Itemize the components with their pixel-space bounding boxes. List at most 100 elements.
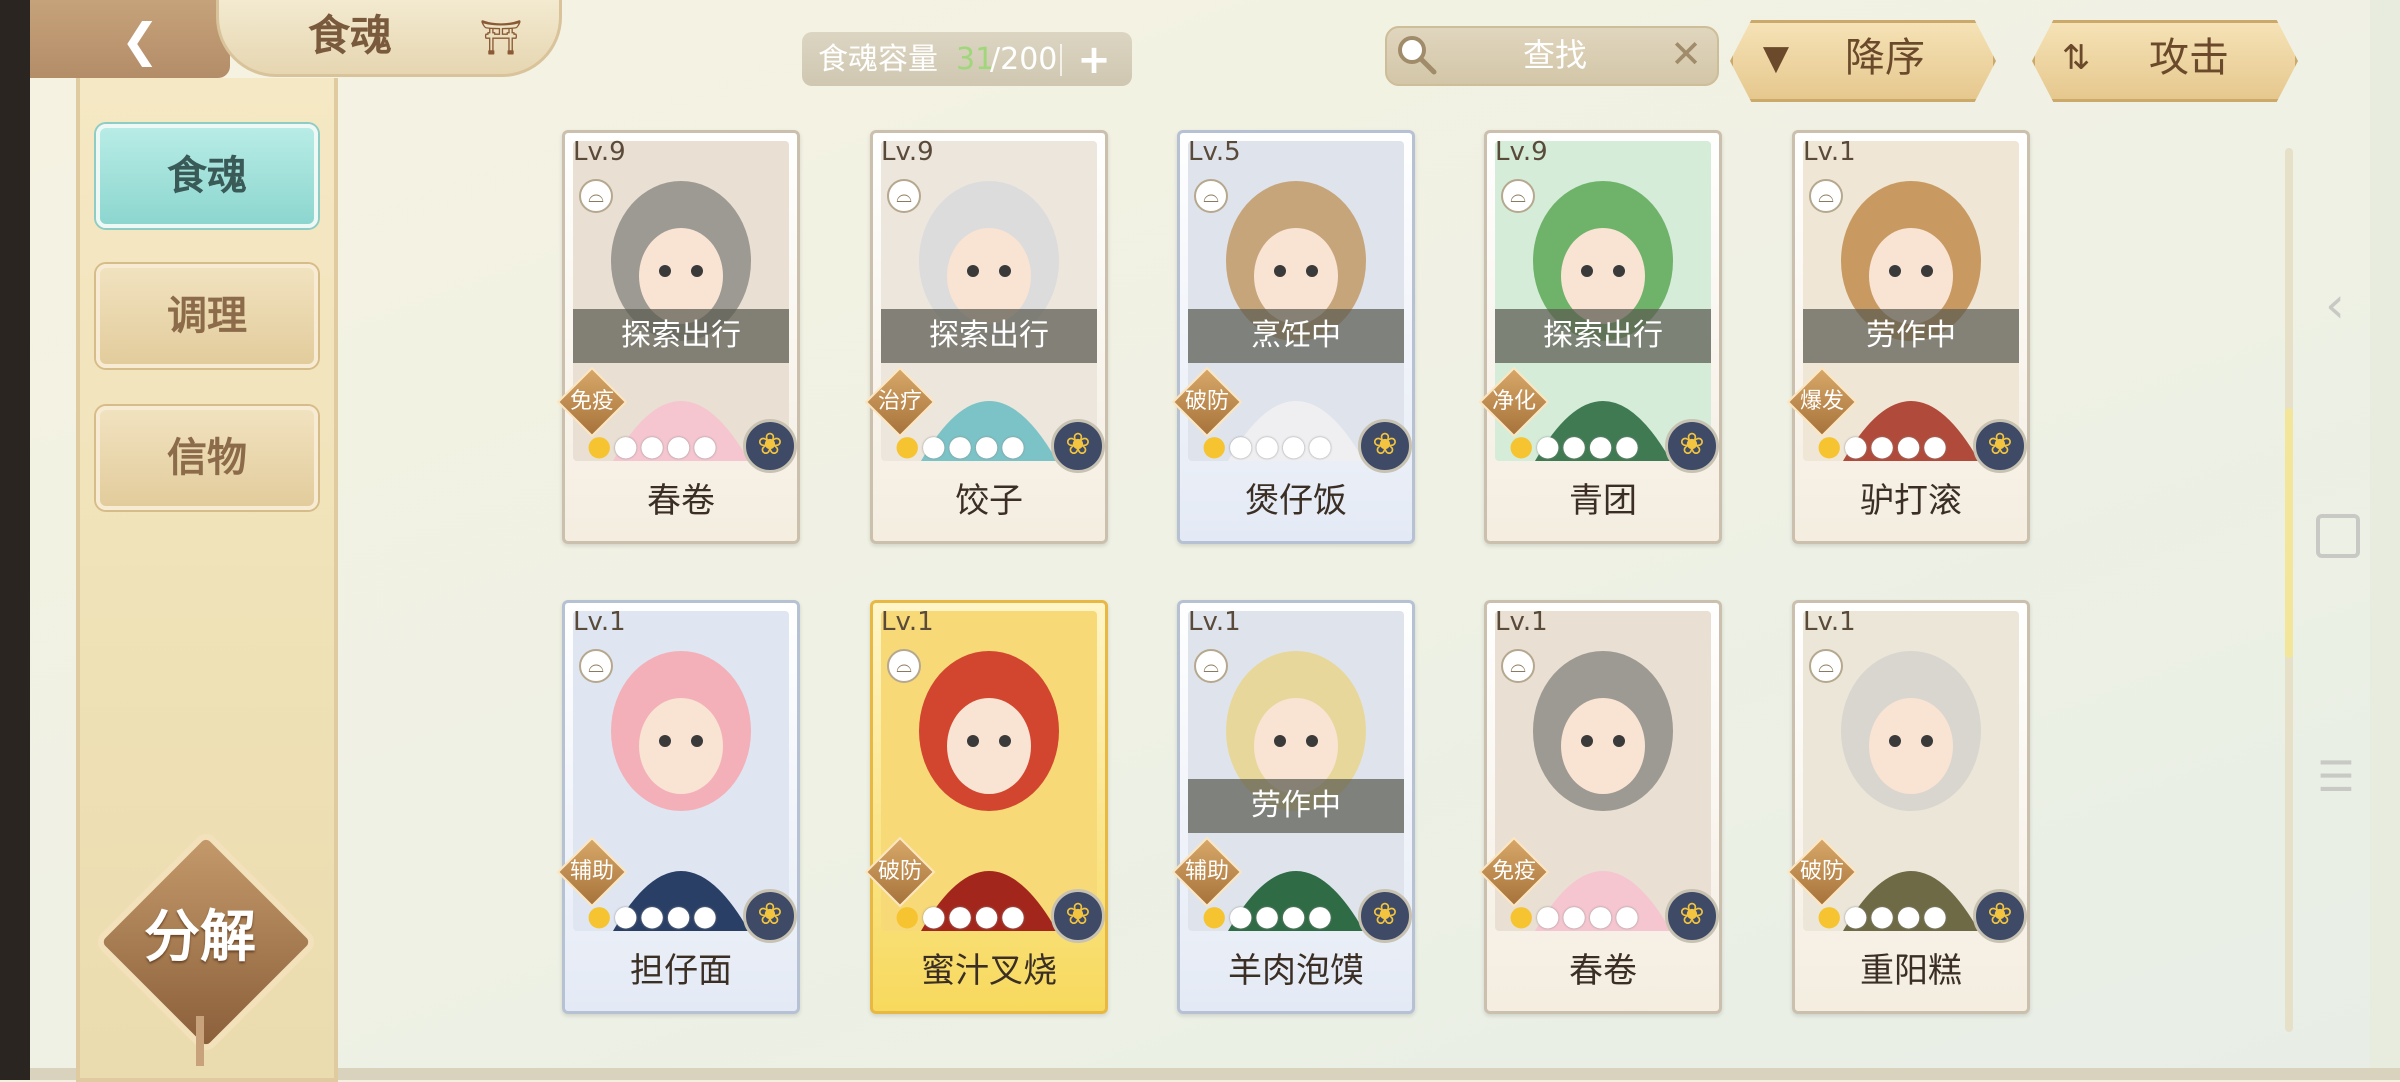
star-filled-icon: ● xyxy=(1817,429,1844,462)
star-empty-icon: ● xyxy=(1281,429,1308,462)
flower-emblem-icon: ❀ xyxy=(1051,419,1105,473)
star-empty-icon: ● xyxy=(666,429,693,462)
bowl-icon: ⌓ xyxy=(887,649,921,683)
star-filled-icon: ● xyxy=(1202,429,1229,462)
food-soul-card[interactable]: Lv.9 ⌓ 探索出行 免疫 ●●●●● ❀ 春卷 xyxy=(556,130,800,544)
role-badge: 免疫 xyxy=(1478,836,1550,908)
star-rating: ●●●●● xyxy=(587,899,719,933)
star-empty-icon: ● xyxy=(974,429,1001,462)
role-label: 爆发 xyxy=(1799,389,1844,414)
sort-down-icon: ▼ xyxy=(1762,38,1790,78)
star-filled-icon: ● xyxy=(895,899,922,932)
star-filled-icon: ● xyxy=(587,899,614,932)
level-label: Lv.1 xyxy=(573,607,626,637)
star-empty-icon: ● xyxy=(1843,429,1870,462)
star-empty-icon: ● xyxy=(947,429,975,462)
capacity-label: 食魂容量 xyxy=(818,42,938,77)
star-empty-icon: ● xyxy=(974,899,1001,932)
system-back-icon[interactable]: ‹ xyxy=(2310,280,2360,330)
tassel-decoration xyxy=(196,1016,204,1066)
level-label: Lv.5 xyxy=(1188,137,1241,167)
role-badge: 辅助 xyxy=(1171,836,1243,908)
status-banner: 劳作中 xyxy=(1803,309,2019,363)
star-empty-icon: ● xyxy=(1561,429,1589,462)
star-filled-icon: ● xyxy=(587,429,614,462)
star-empty-icon: ● xyxy=(1000,899,1028,932)
character-name: 春卷 xyxy=(647,481,715,521)
star-empty-icon: ● xyxy=(1228,429,1255,462)
star-filled-icon: ● xyxy=(1509,899,1536,932)
bowl-icon: ⌓ xyxy=(1809,179,1843,213)
clear-search-button[interactable]: ✕ xyxy=(1666,32,1706,76)
capacity-current: 31 xyxy=(956,42,995,77)
flower-emblem-icon: ❀ xyxy=(743,419,797,473)
food-soul-card[interactable]: Lv.1 ⌓ 劳作中 辅助 ●●●●● ❀ 羊肉泡馍 xyxy=(1171,600,1415,1014)
food-soul-card[interactable]: Lv.9 ⌓ 探索出行 净化 ●●●●● ❀ 青团 xyxy=(1478,130,1722,544)
add-capacity-button[interactable]: + xyxy=(1072,40,1116,80)
star-empty-icon: ● xyxy=(1000,429,1028,462)
system-recent-icon[interactable]: ☰ xyxy=(2316,756,2356,798)
level-label: Lv.9 xyxy=(881,137,934,167)
food-soul-card[interactable]: Lv.9 ⌓ 探索出行 治疗 ●●●●● ❀ 饺子 xyxy=(864,130,1108,544)
star-filled-icon: ● xyxy=(1509,429,1536,462)
food-soul-card[interactable]: Lv.1 ⌓ 破防 ●●●●● ❀ 重阳糕 xyxy=(1786,600,2030,1014)
food-soul-card[interactable]: Lv.1 ⌓ 辅助 ●●●●● ❀ 担仔面 xyxy=(556,600,800,1014)
page-title: 食魂 xyxy=(307,11,392,60)
role-badge: 破防 xyxy=(1171,366,1243,438)
sort-toggle-icon: ⇅ xyxy=(2061,38,2091,78)
star-empty-icon: ● xyxy=(639,429,667,462)
food-soul-card[interactable]: Lv.1 ⌓ 免疫 ●●●●● ❀ 春卷 xyxy=(1478,600,1722,1014)
role-badge: 爆发 xyxy=(1786,366,1858,438)
star-empty-icon: ● xyxy=(1254,899,1282,932)
star-empty-icon: ● xyxy=(1869,429,1897,462)
role-badge: 破防 xyxy=(864,836,936,908)
character-name: 煲仔饭 xyxy=(1245,481,1347,521)
star-empty-icon: ● xyxy=(1843,899,1870,932)
level-label: Lv.9 xyxy=(573,137,626,167)
level-label: Lv.9 xyxy=(1495,137,1548,167)
food-soul-card[interactable]: Lv.1 ⌓ 破防 ●●●●● ❀ 蜜汁叉烧 xyxy=(864,600,1108,1014)
star-empty-icon: ● xyxy=(1614,899,1642,932)
star-empty-icon: ● xyxy=(1561,899,1589,932)
role-label: 破防 xyxy=(877,859,922,884)
star-empty-icon: ● xyxy=(1281,899,1308,932)
bowl-icon: ⌓ xyxy=(1194,179,1228,213)
star-empty-icon: ● xyxy=(692,429,720,462)
screen-edge-bottom xyxy=(30,1068,2400,1080)
star-empty-icon: ● xyxy=(1307,429,1335,462)
star-rating: ●●●●● xyxy=(895,899,1027,933)
role-label: 破防 xyxy=(1799,859,1844,884)
star-empty-icon: ● xyxy=(947,899,975,932)
star-filled-icon: ● xyxy=(895,429,922,462)
scrollbar-thumb[interactable] xyxy=(2285,408,2293,658)
system-home-icon[interactable] xyxy=(2316,514,2360,558)
status-banner: 探索出行 xyxy=(881,309,1097,363)
role-badge: 免疫 xyxy=(556,366,628,438)
role-badge: 破防 xyxy=(1786,836,1858,908)
star-empty-icon: ● xyxy=(1535,429,1562,462)
star-empty-icon: ● xyxy=(666,899,693,932)
star-empty-icon: ● xyxy=(1535,899,1562,932)
food-soul-card[interactable]: Lv.1 ⌓ 劳作中 爆发 ●●●●● ❀ 驴打滚 xyxy=(1786,130,2030,544)
level-label: Lv.1 xyxy=(1495,607,1548,637)
character-name: 羊肉泡馍 xyxy=(1228,951,1364,991)
bowl-icon: ⌓ xyxy=(1194,649,1228,683)
tab-cooking[interactable]: 调理 xyxy=(96,264,318,368)
star-empty-icon: ● xyxy=(1588,429,1615,462)
tab-keepsake[interactable]: 信物 xyxy=(96,406,318,510)
star-rating: ●●●●● xyxy=(1817,899,1949,933)
pavilion-icon[interactable]: ⛩ xyxy=(476,16,526,60)
character-name: 重阳糕 xyxy=(1860,951,1962,991)
role-label: 治疗 xyxy=(877,389,922,414)
tab-food-soul[interactable]: 食魂 xyxy=(96,124,318,228)
system-nav-bar xyxy=(2370,0,2400,1080)
star-empty-icon: ● xyxy=(921,429,948,462)
star-empty-icon: ● xyxy=(1869,899,1897,932)
star-filled-icon: ● xyxy=(1817,899,1844,932)
bowl-icon: ⌓ xyxy=(579,179,613,213)
character-name: 驴打滚 xyxy=(1860,481,1962,521)
food-soul-card[interactable]: Lv.5 ⌓ 烹饪中 破防 ●●●●● ❀ 煲仔饭 xyxy=(1171,130,1415,544)
star-empty-icon: ● xyxy=(692,899,720,932)
star-empty-icon: ● xyxy=(613,429,640,462)
star-rating: ●●●●● xyxy=(587,429,719,463)
